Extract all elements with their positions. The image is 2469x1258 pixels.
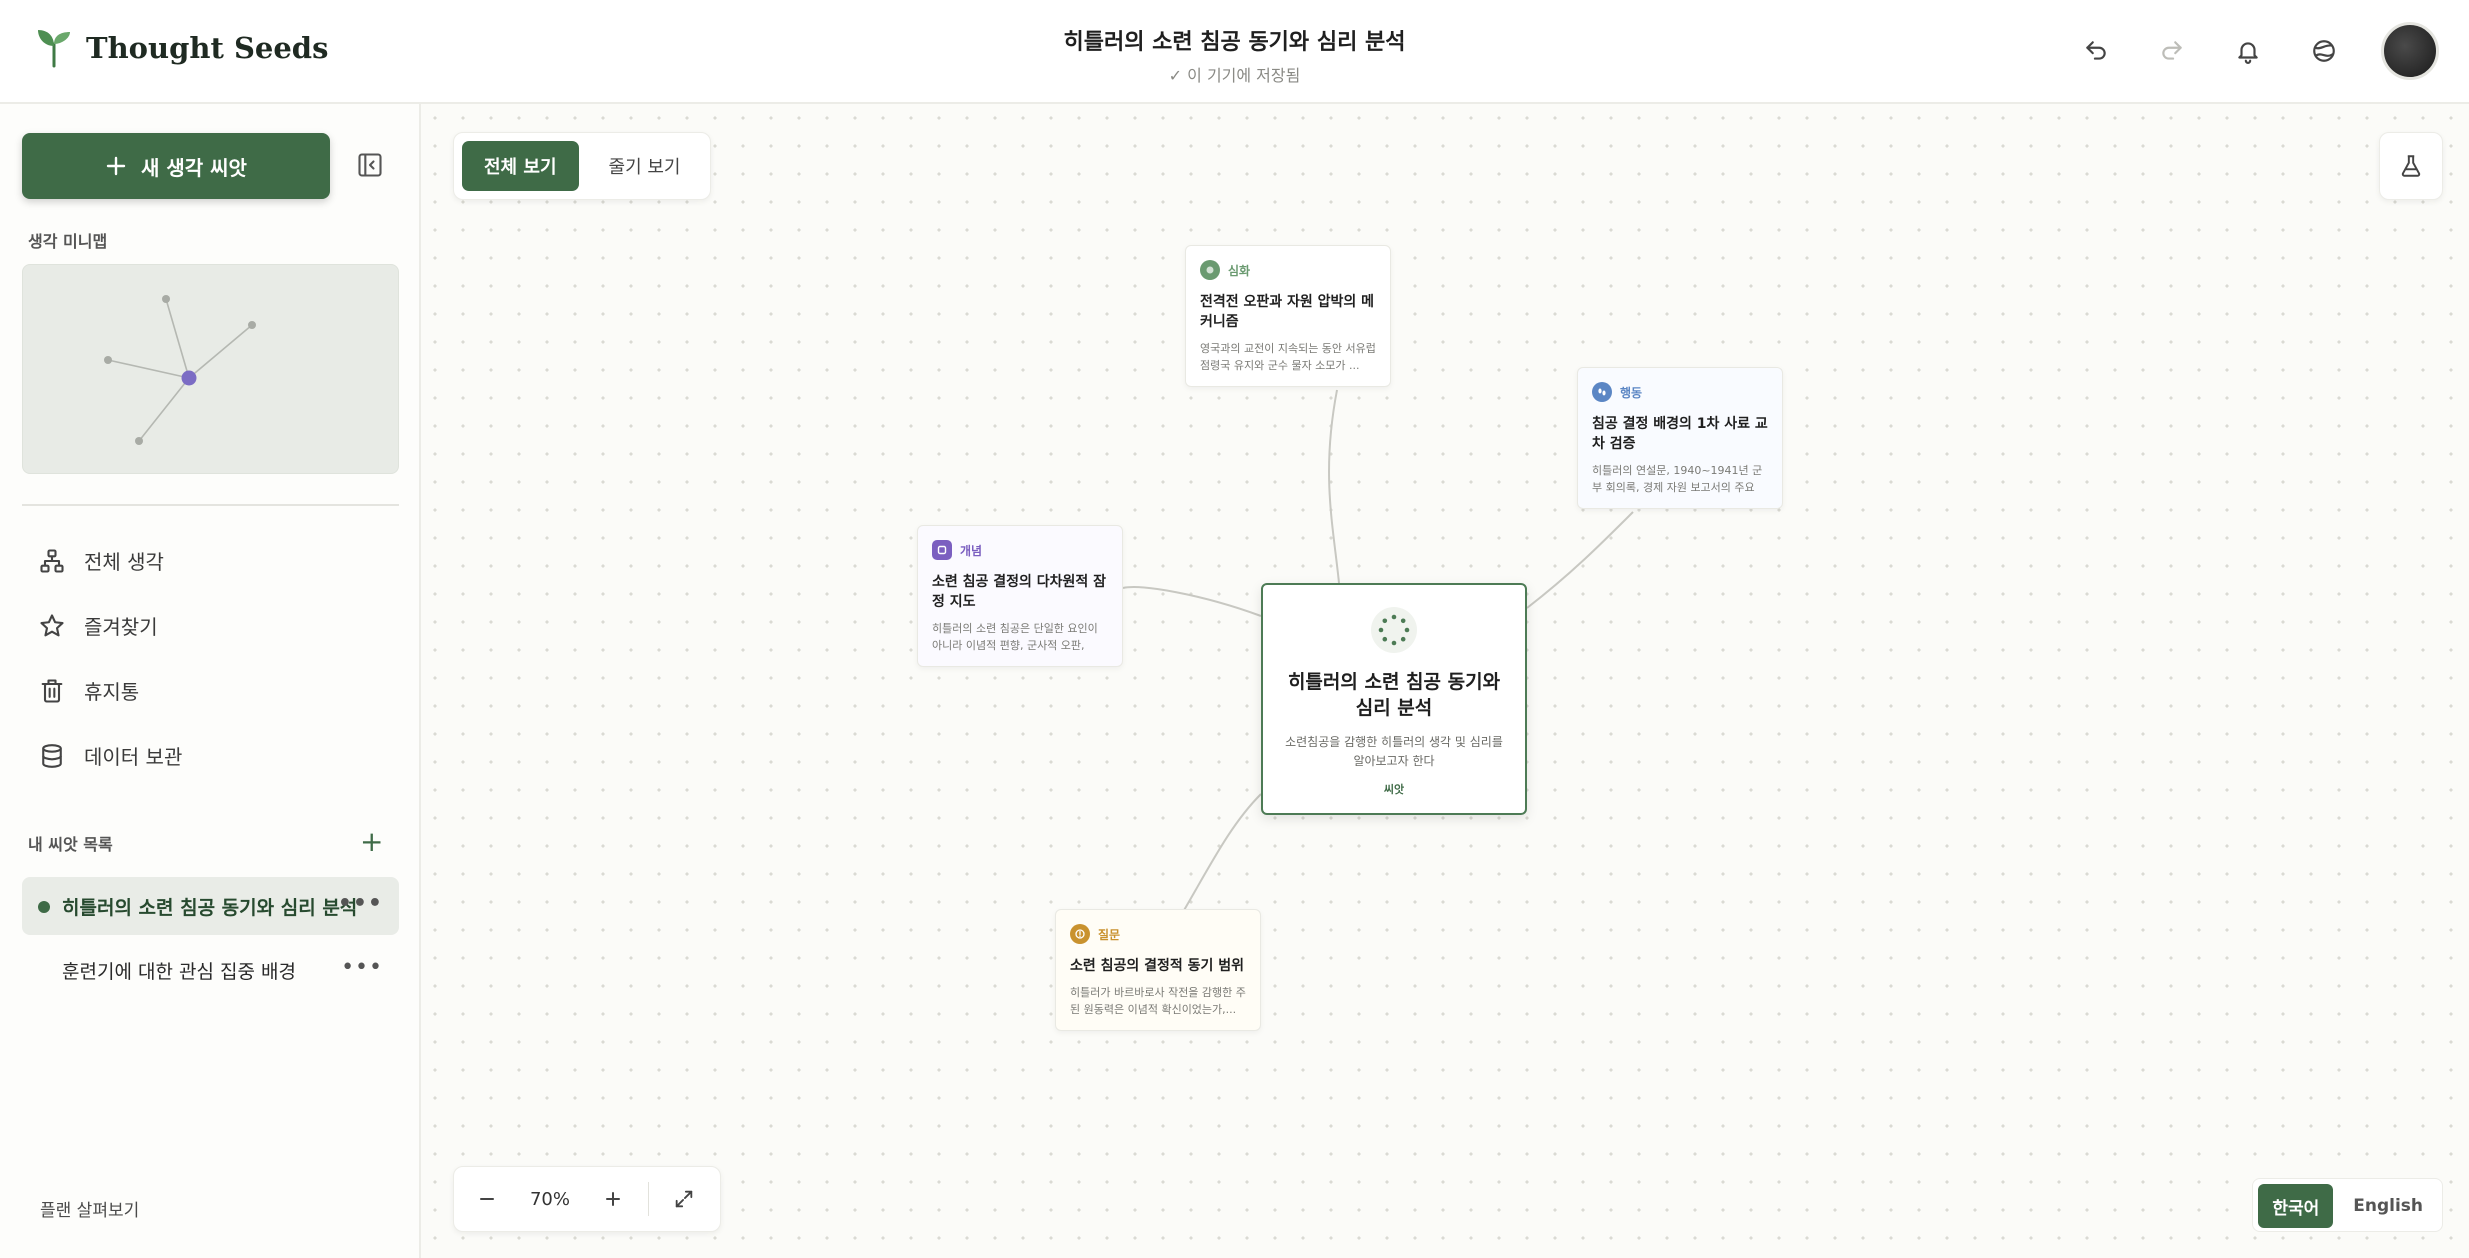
expand-icon (675, 1190, 693, 1208)
lang-english-button[interactable]: English (2339, 1184, 2437, 1228)
node-desc: 히틀러가 바르바로사 작전을 감행한 주된 원동력은 이념적 확신이었는가,..… (1070, 986, 1246, 1016)
node-title: 침공 결정 배경의 1차 사료 교차 검증 (1592, 416, 1768, 452)
seed-item-label: 훈련기에 대한 관심 집중 배경 (62, 960, 296, 983)
seed-badge: 씨앗 (1383, 783, 1405, 796)
view-stem-button[interactable]: 줄기 보기 (587, 141, 703, 191)
minimap-graph (104, 295, 256, 445)
nav-trash[interactable]: 휴지통 (38, 676, 139, 705)
minimap-label: 생각 미니맵 (28, 232, 108, 251)
sitemap-icon (40, 548, 64, 573)
lab-button[interactable] (2379, 132, 2443, 200)
question-icon (1070, 924, 1090, 944)
plus-icon (606, 1192, 620, 1206)
active-seed-dot (38, 901, 50, 913)
node-title: 전격전 오판과 자원 압박의 메커니즘 (1200, 294, 1375, 330)
nav-data-archive-label: 데이터 보관 (84, 745, 183, 769)
flask-icon (2401, 155, 2421, 177)
star-icon (40, 613, 64, 636)
node-desc: 히틀러의 연설문, 1940~1941년 군부 회의록, 경제 자원 보고서의 … (1592, 464, 1763, 494)
node-title: 소련 침공의 결정적 동기 범위 (1070, 958, 1245, 974)
thought-node-concept[interactable]: 개념 소련 침공 결정의 다차원적 잠정 지도 히틀러의 소련 침공은 단일한 … (917, 525, 1123, 667)
thought-node-action[interactable]: 행동 침공 결정 배경의 1차 사료 교차 검증 히틀러의 연설문, 1940~… (1577, 367, 1783, 509)
seeds-list-label: 내 씨앗 목록 (28, 835, 113, 854)
seed-more-button[interactable]: ••• (338, 891, 383, 916)
new-seed-button[interactable]: 새 생각 씨앗 (22, 133, 330, 199)
node-tag: 개념 (932, 540, 1108, 560)
add-seed-button[interactable]: + (360, 828, 383, 856)
zoom-controls: 70% (453, 1166, 721, 1232)
plus-icon (106, 156, 126, 176)
notifications-button[interactable] (2229, 32, 2267, 70)
trash-icon (41, 678, 63, 703)
seed-title: 히틀러의 소련 침공 동기와 심리 분석 (1287, 671, 1501, 719)
new-seed-label: 새 생각 씨앗 (141, 155, 247, 180)
concept-icon (932, 540, 952, 560)
thought-canvas[interactable]: 전체 보기 줄기 보기 심화 전격전 오판과 자원 압박의 메커니즘 영국과의 … (421, 104, 2469, 1258)
header-actions (2077, 22, 2439, 80)
seed-item-label: 히틀러의 소련 침공 동기와 심리 분석 (62, 896, 358, 919)
theme-button[interactable] (2305, 32, 2343, 70)
thought-minimap[interactable] (22, 264, 399, 474)
database-icon (42, 743, 62, 768)
seed-center-node[interactable]: 히틀러의 소련 침공 동기와 심리 분석 소련침공을 감행한 히틀러의 생각 및… (1261, 583, 1527, 815)
zoom-separator (648, 1182, 649, 1216)
minus-icon (480, 1198, 494, 1200)
node-desc: 히틀러의 소련 침공은 단일한 요인이 아니라 이념적 편향, 군사적 오판, … (932, 622, 1098, 652)
nav-all-thoughts-label: 전체 생각 (84, 550, 164, 574)
nav-trash-label: 휴지통 (84, 680, 140, 704)
seed-loading-icon (1371, 607, 1417, 653)
nav-favorites[interactable]: 즐겨찾기 (38, 611, 158, 640)
node-tag: 질문 (1070, 924, 1246, 944)
thought-node-question[interactable]: 질문 소련 침공의 결정적 동기 범위 히틀러가 바르바로사 작전을 감행한 주… (1055, 909, 1261, 1031)
seed-desc: 소련침공을 감행한 히틀러의 생각 및 심리를 알아보고자 한다 (1285, 735, 1503, 768)
zoom-in-button[interactable] (580, 1166, 646, 1232)
seed-item-active[interactable]: 히틀러의 소련 침공 동기와 심리 분석 ••• (22, 877, 399, 935)
redo-icon (2162, 41, 2182, 60)
deepen-icon (1200, 260, 1220, 280)
lang-korean-button[interactable]: 한국어 (2258, 1184, 2334, 1228)
redo-button[interactable] (2153, 32, 2191, 70)
fit-view-button[interactable] (651, 1166, 717, 1232)
node-desc: 영국과의 교전이 지속되는 동안 서유럽 점령국 유지와 군수 물자 소모가 .… (1200, 342, 1376, 372)
sidebar-collapse-icon (358, 153, 382, 177)
zoom-out-button[interactable] (454, 1166, 520, 1232)
seed-more-button[interactable]: ••• (341, 955, 383, 980)
app-header: Thought Seeds 히틀러의 소련 침공 동기와 심리 분석 ✓ 이 기… (0, 0, 2469, 104)
node-title: 소련 침공 결정의 다차원적 잠정 지도 (932, 574, 1107, 610)
user-avatar[interactable] (2381, 22, 2439, 80)
seed-item[interactable]: 훈련기에 대한 관심 집중 배경 ••• (22, 941, 399, 999)
nav-all-thoughts[interactable]: 전체 생각 (38, 546, 164, 575)
view-all-button[interactable]: 전체 보기 (462, 141, 579, 191)
nav-data-archive[interactable]: 데이터 보관 (38, 741, 182, 770)
bell-icon (2238, 42, 2258, 64)
node-tag: 심화 (1200, 260, 1376, 280)
collapse-sidebar-button[interactable] (356, 151, 386, 181)
language-switch: 한국어 English (2252, 1178, 2443, 1232)
sidebar: 새 생각 씨앗 생각 미니맵 전체 생각 즐겨찾기 휴지통 데이터 보관 내 씨… (0, 104, 421, 1258)
view-toggle: 전체 보기 줄기 보기 (453, 132, 712, 200)
nav-favorites-label: 즐겨찾기 (84, 615, 158, 639)
undo-button[interactable] (2077, 32, 2115, 70)
undo-icon (2086, 41, 2106, 60)
sidebar-divider (22, 504, 399, 506)
node-tag: 행동 (1592, 382, 1768, 402)
globe-icon (2313, 40, 2335, 62)
zoom-level: 70% (529, 1188, 570, 1210)
footsteps-icon (1592, 382, 1612, 402)
view-plans-link[interactable]: 플랜 살펴보기 (40, 1196, 139, 1221)
thought-node-deepening[interactable]: 심화 전격전 오판과 자원 압박의 메커니즘 영국과의 교전이 지속되는 동안 … (1185, 245, 1391, 387)
